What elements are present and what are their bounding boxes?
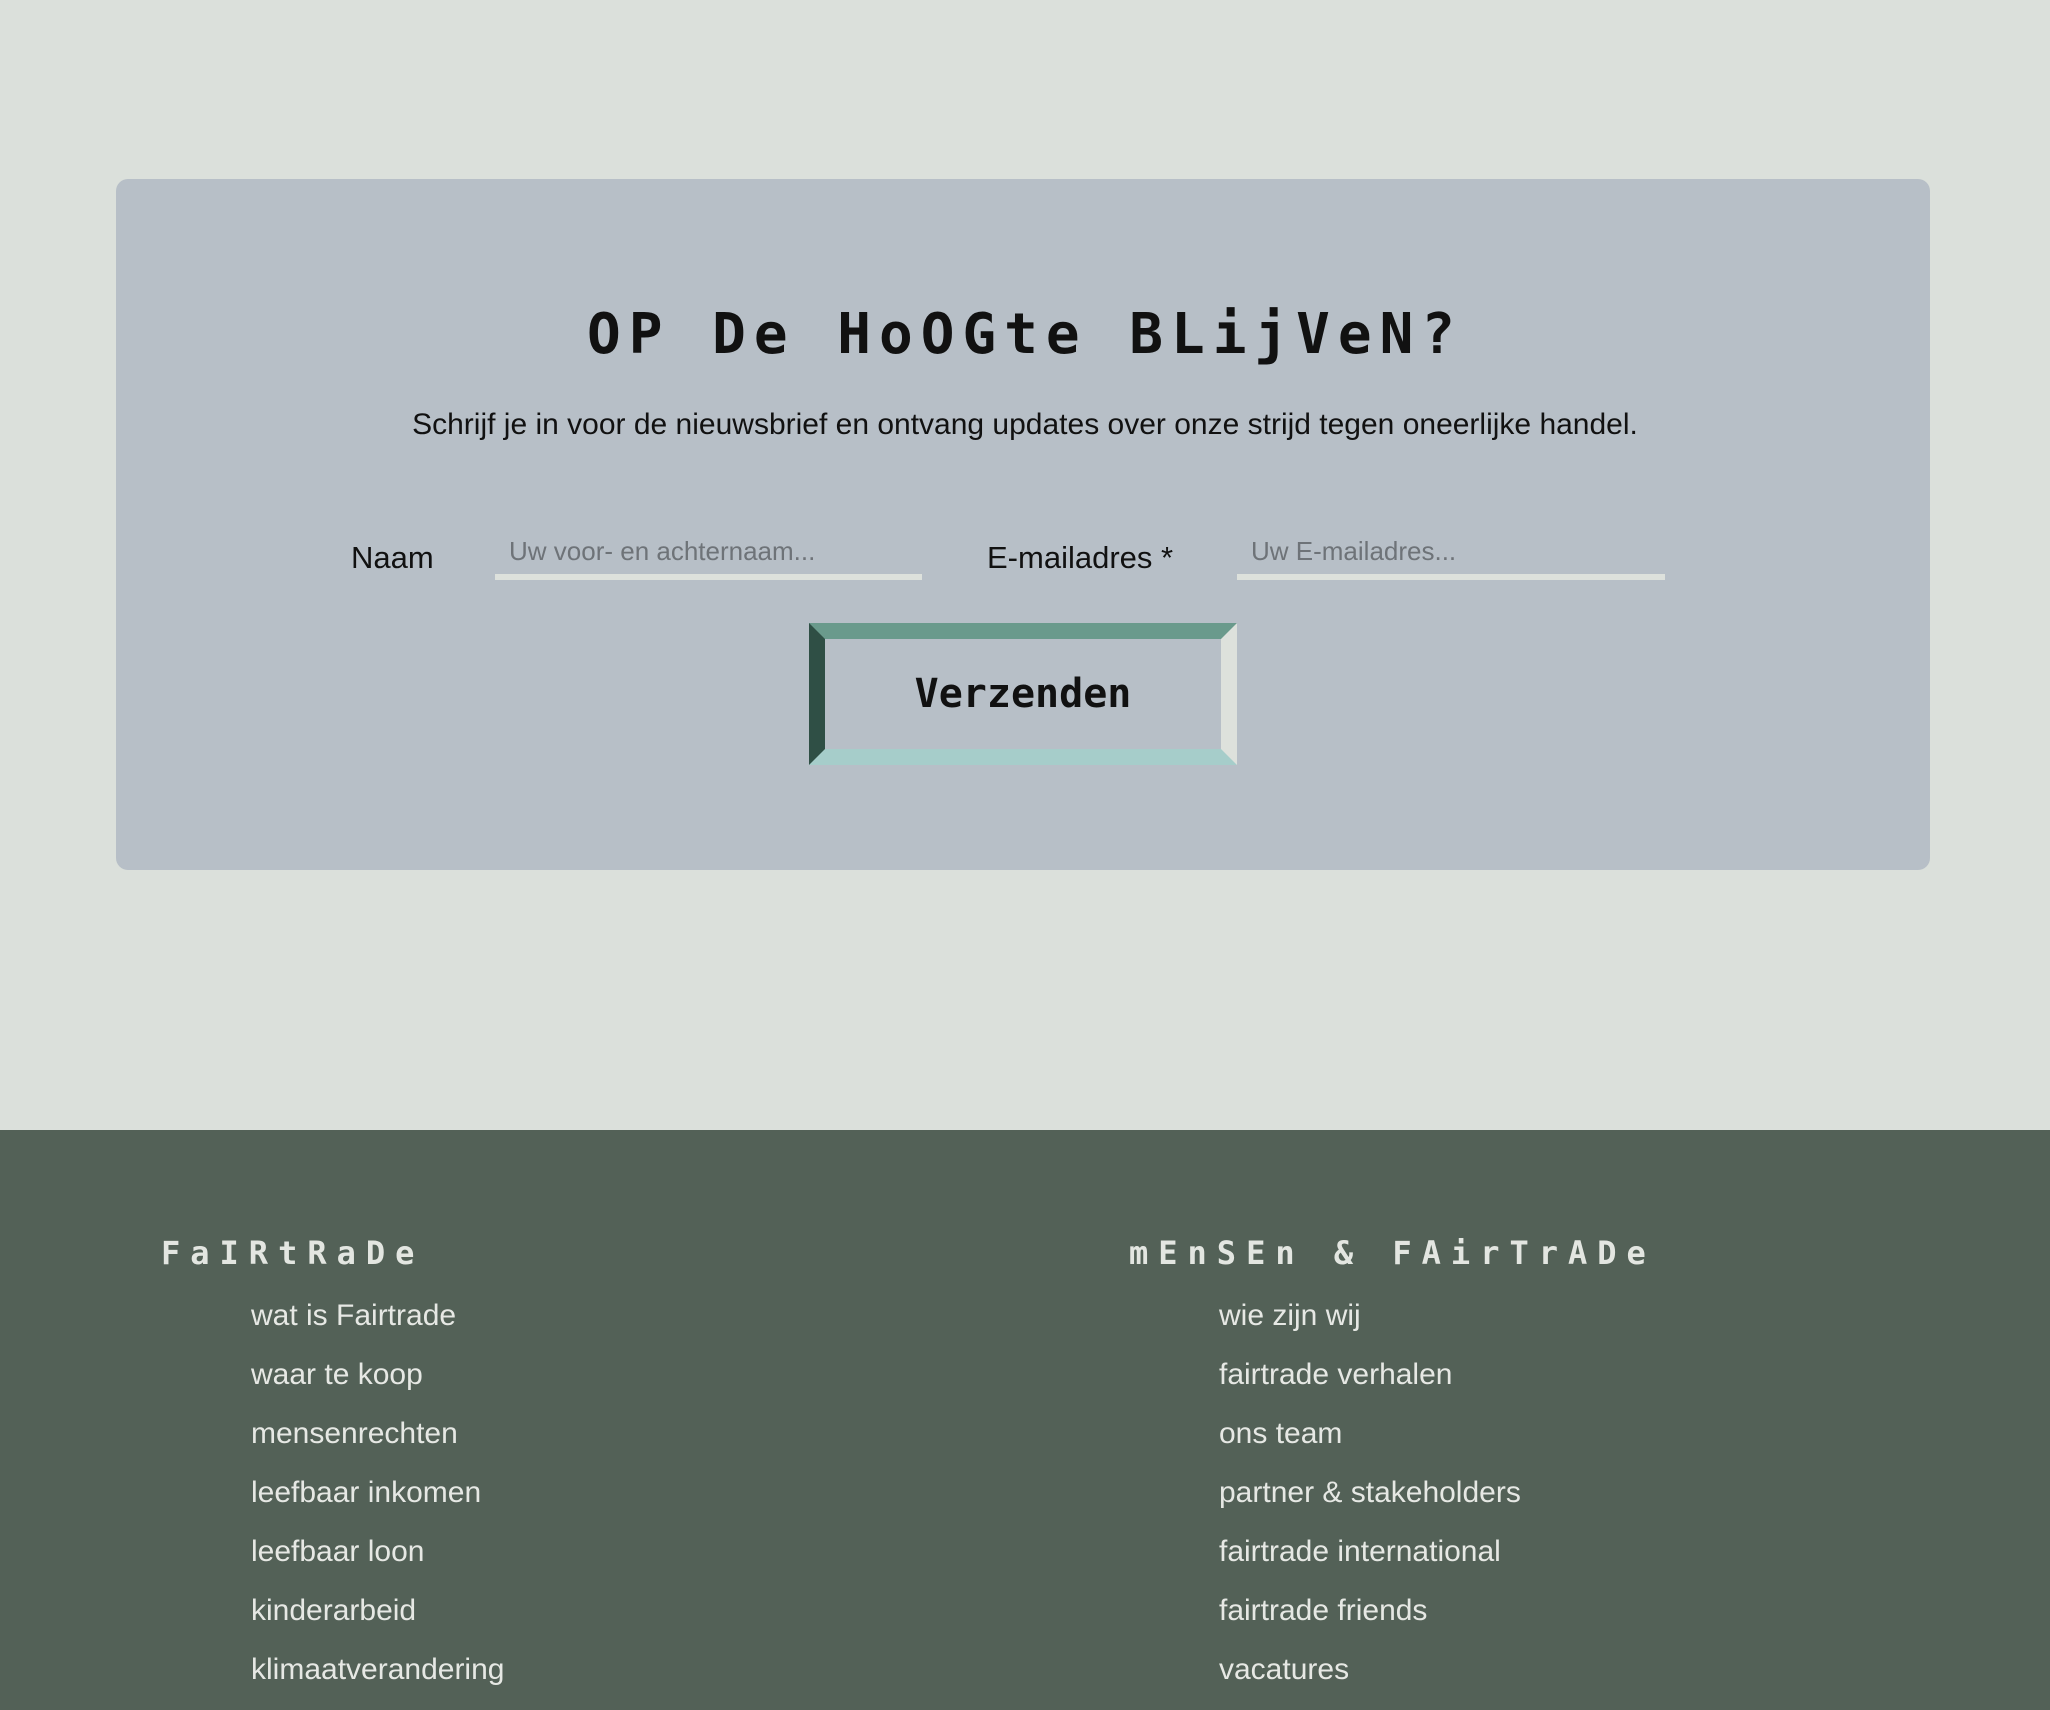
footer-link[interactable]: wie zijn wij [1219,1286,1521,1345]
footer-link[interactable]: fairtrade international [1219,1522,1521,1581]
footer-link[interactable]: ons team [1219,1404,1521,1463]
newsletter-card [116,179,1930,870]
footer-link[interactable]: leefbaar loon [251,1522,504,1581]
footer-link[interactable]: leefbaar inkomen [251,1463,504,1522]
footer-link[interactable]: mensenrechten [251,1404,504,1463]
footer-heading-fairtrade: FaIRtRaDe [161,1234,425,1272]
email-input[interactable] [1237,528,1665,580]
footer-links-fairtrade: wat is Fairtrade waar te koop mensenrech… [251,1286,504,1699]
footer-link[interactable]: kinderarbeid [251,1581,504,1640]
submit-button[interactable]: Verzenden [809,623,1237,765]
footer-link[interactable]: fairtrade friends [1219,1581,1521,1640]
footer-links-mensen-fairtrade: wie zijn wij fairtrade verhalen ons team… [1219,1286,1521,1699]
footer-link[interactable]: klimaatverandering [251,1640,504,1699]
footer-heading-mensen-fairtrade: mEnSEn & FAirTrADe [1129,1234,1656,1272]
footer-link[interactable]: fairtrade verhalen [1219,1345,1521,1404]
name-input[interactable] [495,528,922,580]
newsletter-subtitle: Schrijf je in voor de nieuwsbrief en ont… [412,408,1638,441]
footer-link[interactable]: waar te koop [251,1345,504,1404]
email-label: E-mailadres * [987,540,1174,575]
footer-link[interactable]: vacatures [1219,1640,1521,1699]
name-label: Naam [351,540,434,575]
footer-link[interactable]: wat is Fairtrade [251,1286,504,1345]
newsletter-title: OP De HoOGte BLijVeN? [586,302,1463,367]
footer-link[interactable]: partner & stakeholders [1219,1463,1521,1522]
page: OP De HoOGte BLijVeN? Schrijf je in voor… [0,0,2050,1710]
